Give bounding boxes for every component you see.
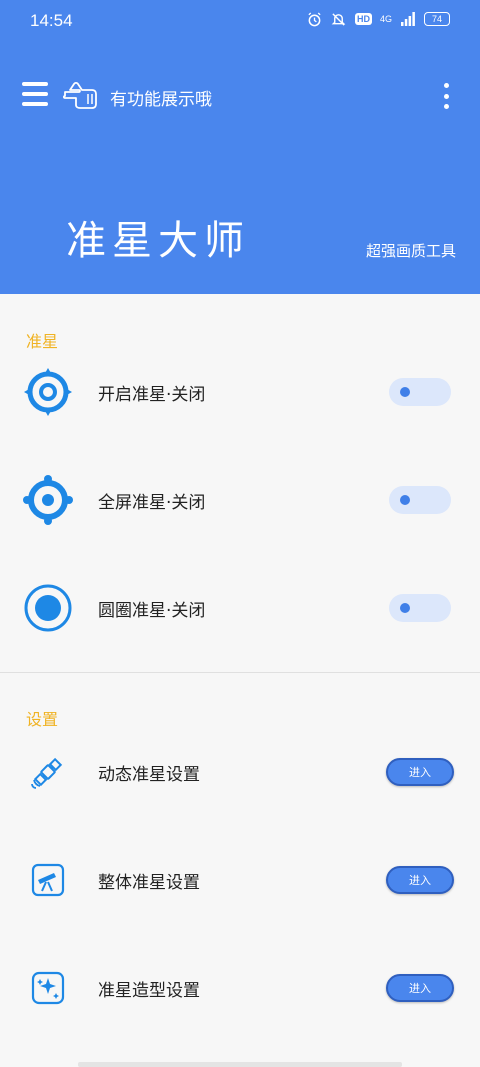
settings-dynamic-label: 动态准星设置 <box>98 765 200 785</box>
status-bar: 14:54 HD 4G 74 <box>0 0 480 40</box>
battery-level: 74 <box>431 14 442 24</box>
signal-icon <box>400 11 416 27</box>
more-vert-icon[interactable] <box>442 83 450 109</box>
status-icons: HD 4G 74 <box>307 11 450 27</box>
status-time: 14:54 <box>30 11 73 30</box>
crosshair-row-fullscreen: 全屏准星·关闭 <box>0 470 480 530</box>
bell-off-icon <box>331 11 347 27</box>
crosshair-fullscreen-label: 全屏准星·关闭 <box>98 493 206 513</box>
section-title-settings: 设置 <box>26 710 59 729</box>
toolbar-title: 有功能展示哦 <box>110 90 212 110</box>
settings-style-label: 准星造型设置 <box>98 981 200 1001</box>
crosshair-row-circle: 圆圈准星·关闭 <box>0 578 480 638</box>
network-type: 4G <box>379 14 392 24</box>
crosshair-dot-icon <box>22 474 74 526</box>
sparkle-frame-icon <box>30 970 66 1006</box>
crosshair-row-open: 开启准星·关闭 <box>0 362 480 422</box>
settings-style-enter-button[interactable]: 进入 <box>386 974 454 1002</box>
battery-icon: 74 <box>424 12 450 26</box>
toolbar: 有功能展示哦 <box>0 70 480 120</box>
app-subtitle: 超强画质工具 <box>365 242 456 260</box>
settings-overall-enter-button[interactable]: 进入 <box>386 866 454 894</box>
menu-icon[interactable] <box>22 82 48 106</box>
satellite-icon <box>30 754 66 790</box>
crosshair-circle-label: 圆圈准星·关闭 <box>98 601 206 621</box>
crosshair-open-label: 开启准星·关闭 <box>98 385 206 405</box>
settings-row-style: 准星造型设置 进入 <box>0 958 480 1018</box>
crosshair-fullscreen-switch[interactable] <box>389 486 451 514</box>
circle-dot-icon <box>22 582 74 634</box>
gesture-nav-bar[interactable] <box>78 1062 402 1067</box>
app-title: 准星大师 <box>66 218 250 264</box>
alarm-icon <box>307 11 323 27</box>
crosshair-circle-switch[interactable] <box>389 594 451 622</box>
crosshair-target-icon <box>22 366 74 418</box>
app-header: 14:54 HD 4G 74 有功能展示哦 准星大师 超强画质工具 <box>0 0 480 294</box>
section-divider <box>0 672 480 673</box>
telescope-icon <box>30 862 66 898</box>
hd-icon: HD <box>354 13 372 25</box>
section-title-crosshair: 准星 <box>26 332 59 351</box>
settings-row-dynamic: 动态准星设置 进入 <box>0 742 480 802</box>
settings-overall-label: 整体准星设置 <box>98 873 200 893</box>
crosshair-open-switch[interactable] <box>389 378 451 406</box>
settings-row-overall: 整体准星设置 进入 <box>0 850 480 910</box>
settings-dynamic-enter-button[interactable]: 进入 <box>386 758 454 786</box>
pointing-hand-icon <box>62 78 106 110</box>
